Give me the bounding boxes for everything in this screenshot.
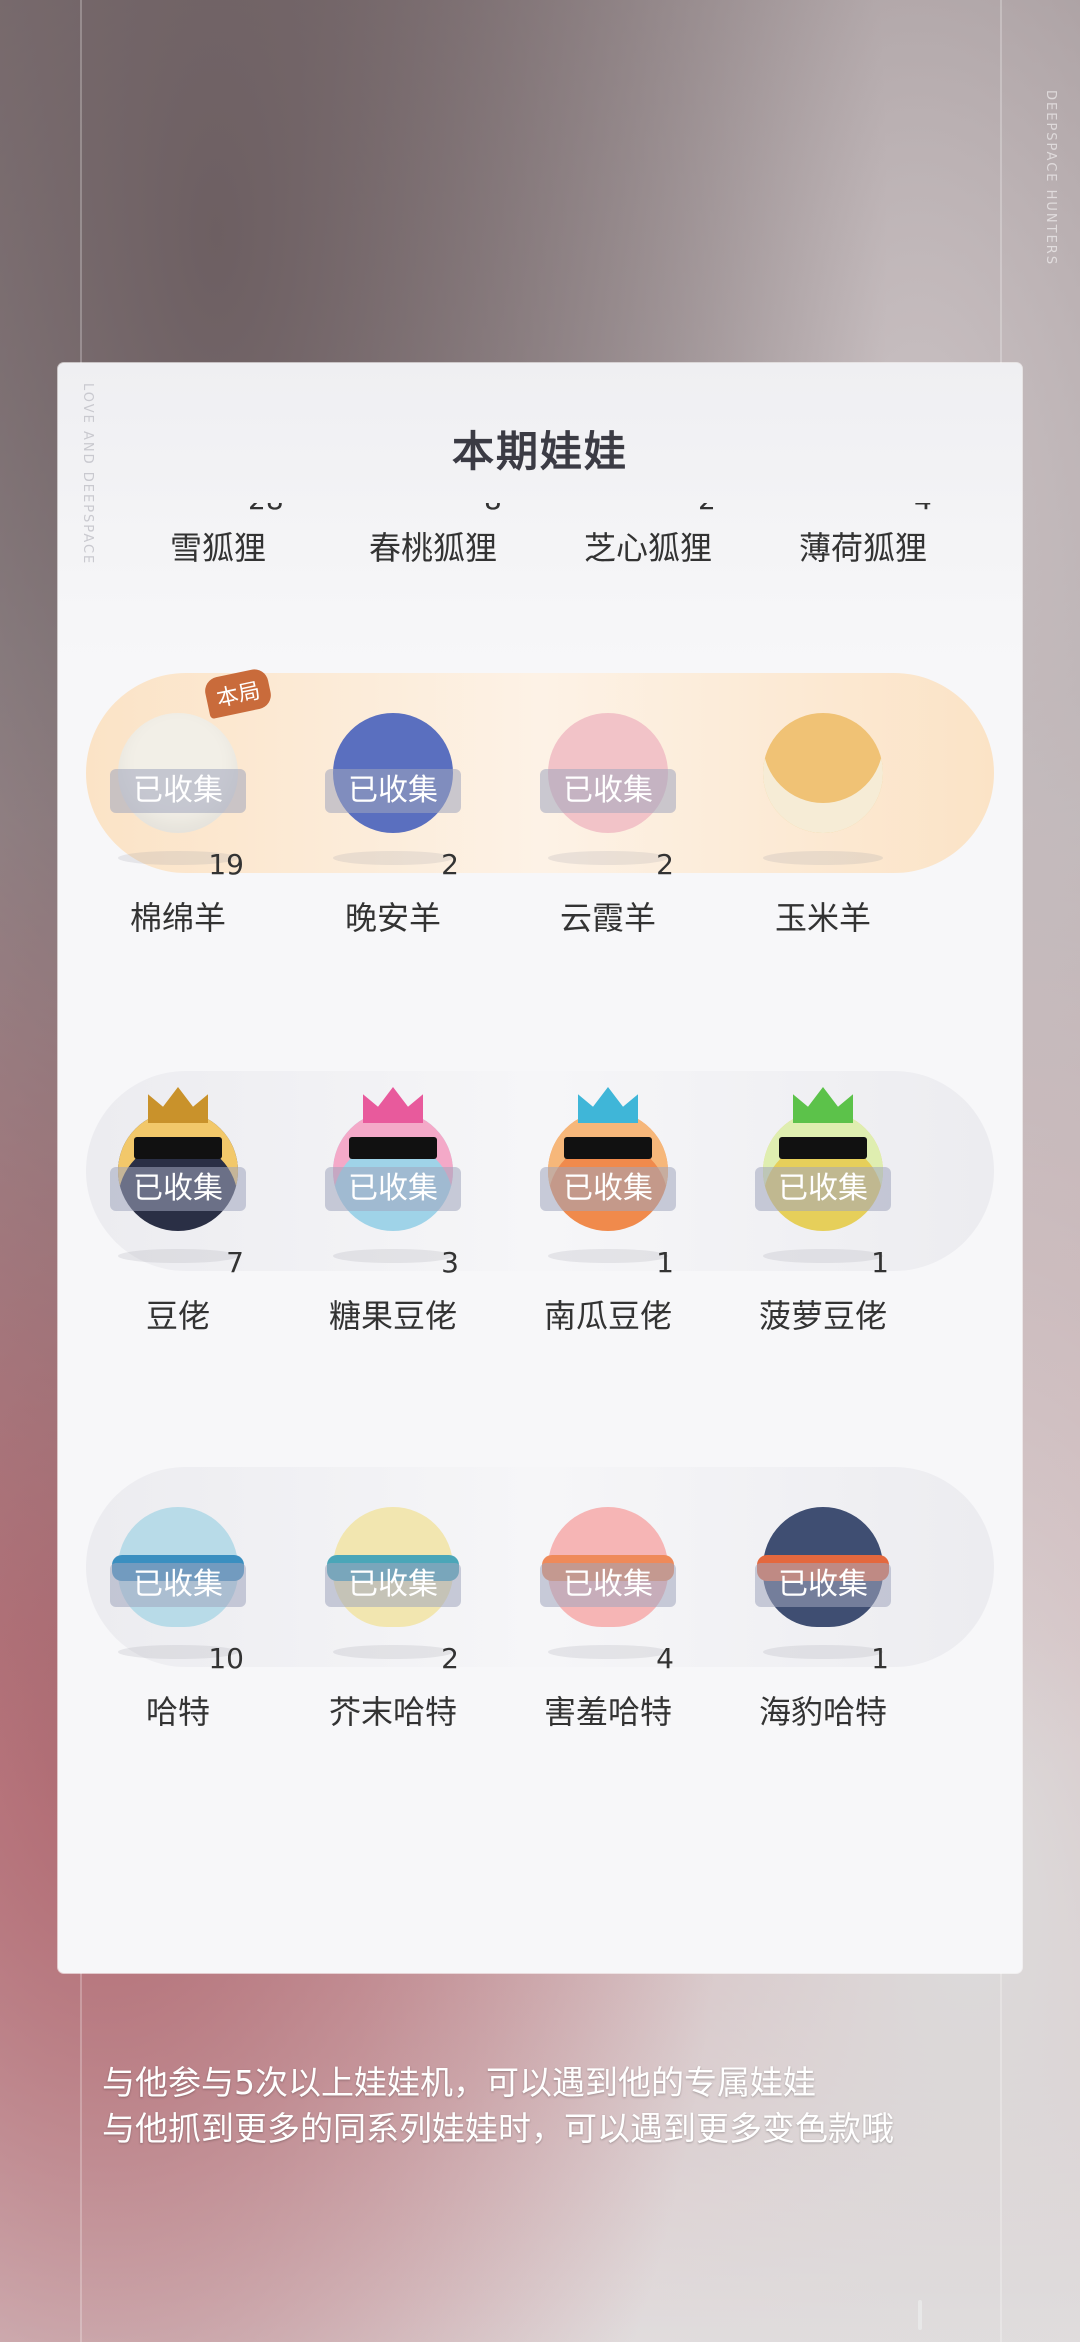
- collected-label: 已收集: [325, 1167, 461, 1211]
- doll-card[interactable]: 已收集 10 哈特: [78, 1467, 278, 1767]
- footer-line-1: 与他参与5次以上娃娃机，可以遇到他的专属娃娃: [102, 2063, 816, 2102]
- footer-line-2: 与他抓到更多的同系列娃娃时，可以遇到更多变色款哦: [102, 2109, 894, 2148]
- doll-shadow: [548, 1249, 668, 1263]
- doll-card[interactable]: 已收集 1 菠萝豆佬: [723, 1071, 923, 1371]
- doll-name: 糖果豆佬: [328, 1297, 457, 1335]
- fox-name: 芝心狐狸: [583, 529, 712, 567]
- sunglasses-icon: [564, 1137, 652, 1159]
- fox-count: 8: [484, 503, 502, 516]
- crown-icon: [363, 1087, 423, 1123]
- doll-count: 2: [656, 848, 674, 881]
- doll-count: 2: [441, 1642, 459, 1675]
- doll-name: 海豹哈特: [758, 1693, 887, 1731]
- doll-card[interactable]: 已收集 1 海豹哈特: [723, 1467, 923, 1767]
- crown-icon: [578, 1087, 638, 1123]
- doll-name: 南瓜豆佬: [543, 1297, 672, 1335]
- hat-row: 已收集 10 哈特 已收集 2 芥末哈特 已收集 4 害羞哈特 已收集 1 海豹…: [58, 1467, 1022, 1731]
- collected-label: 已收集: [540, 769, 676, 813]
- collected-label: 已收集: [540, 1563, 676, 1607]
- sheep-row: 本局 已收集 19 棉绵羊 已收集 2 晚安羊 已收集 2 云霞羊 玉米羊: [58, 666, 1022, 937]
- doll-shadow: [548, 1645, 668, 1659]
- current-round-badge: 本局: [202, 666, 274, 720]
- doll-name: 云霞羊: [559, 899, 656, 937]
- doll-card[interactable]: 已收集 3 糖果豆佬: [293, 1071, 493, 1371]
- doll-shadow: [118, 1249, 238, 1263]
- doll-name: 棉绵羊: [129, 899, 226, 937]
- doll-card[interactable]: 已收集 4 害羞哈特: [508, 1467, 708, 1767]
- home-indicator[interactable]: [918, 2300, 922, 2330]
- doll-collection-panel: LOVE AND DEEPSPACE 本期娃娃 28 8 2 4 雪狐狸 春桃狐…: [58, 363, 1022, 1973]
- doll-shadow: [763, 1645, 883, 1659]
- crown-icon: [148, 1087, 208, 1123]
- doll-card[interactable]: 已收集 7 豆佬: [78, 1071, 278, 1371]
- doll-name: 芥末哈特: [328, 1693, 457, 1731]
- sheep-doll-icon: [763, 713, 883, 833]
- collected-label: 已收集: [110, 1563, 246, 1607]
- doll-shadow: [333, 1645, 453, 1659]
- doll-card[interactable]: 本局 已收集 19 棉绵羊: [78, 666, 278, 973]
- doll-shadow: [333, 851, 453, 865]
- doll-count: 19: [208, 848, 244, 881]
- doll-shadow: [763, 1249, 883, 1263]
- doll-name: 害羞哈特: [543, 1693, 672, 1731]
- doll-count: 1: [871, 1642, 889, 1675]
- brand-vertical-text: DEEPSPACE HUNTERS: [1043, 90, 1058, 267]
- doll-count: 4: [656, 1642, 674, 1675]
- fox-count: 2: [698, 503, 716, 516]
- fox-count: 28: [248, 503, 284, 516]
- doll-card[interactable]: 已收集 2 云霞羊: [508, 673, 708, 973]
- doll-card[interactable]: 已收集 1 南瓜豆佬: [508, 1071, 708, 1371]
- doll-count: 10: [208, 1642, 244, 1675]
- doll-count: 1: [656, 1246, 674, 1279]
- fox-row: 28 8 2 4 雪狐狸 春桃狐狸 芝心狐狸 薄荷狐狸: [58, 503, 1022, 643]
- doll-name: 晚安羊: [344, 899, 441, 937]
- doll-card[interactable]: 已收集 2 芥末哈特: [293, 1467, 493, 1767]
- collected-label: 已收集: [755, 1563, 891, 1607]
- doll-name: 豆佬: [145, 1297, 210, 1335]
- sunglasses-icon: [349, 1137, 437, 1159]
- doll-card[interactable]: 已收集 2 晚安羊: [293, 673, 493, 973]
- footer-notes: 与他参与5次以上娃娃机，可以遇到他的专属娃娃 与他抓到更多的同系列娃娃时，可以遇…: [102, 2060, 894, 2152]
- doll-shadow: [548, 851, 668, 865]
- fox-name: 雪狐狸: [169, 529, 266, 567]
- doll-count: 7: [226, 1246, 244, 1279]
- collected-label: 已收集: [110, 1167, 246, 1211]
- doll-card[interactable]: 玉米羊: [723, 673, 923, 973]
- doll-count: 3: [441, 1246, 459, 1279]
- doll-name: 哈特: [145, 1693, 210, 1731]
- collected-label: 已收集: [325, 1563, 461, 1607]
- doll-name: 玉米羊: [774, 899, 871, 937]
- collected-label: 已收集: [110, 769, 246, 813]
- doll-name: 菠萝豆佬: [758, 1297, 887, 1335]
- doll-count: 1: [871, 1246, 889, 1279]
- fox-count: 4: [914, 503, 932, 516]
- doll-shadow: [333, 1249, 453, 1263]
- page-title: 本期娃娃: [451, 427, 628, 476]
- crown-icon: [793, 1087, 853, 1123]
- collected-label: 已收集: [325, 769, 461, 813]
- sunglasses-icon: [779, 1137, 867, 1159]
- doll-shadow: [763, 851, 883, 865]
- collected-label: 已收集: [540, 1167, 676, 1211]
- fox-name: 春桃狐狸: [368, 529, 497, 567]
- collected-label: 已收集: [755, 1167, 891, 1211]
- fox-name: 薄荷狐狸: [798, 529, 927, 567]
- bean-row: 已收集 7 豆佬 已收集 3 糖果豆佬 已收集 1 南瓜豆佬 已收集 1 菠萝豆…: [58, 1071, 1022, 1335]
- doll-count: 2: [441, 848, 459, 881]
- sunglasses-icon: [134, 1137, 222, 1159]
